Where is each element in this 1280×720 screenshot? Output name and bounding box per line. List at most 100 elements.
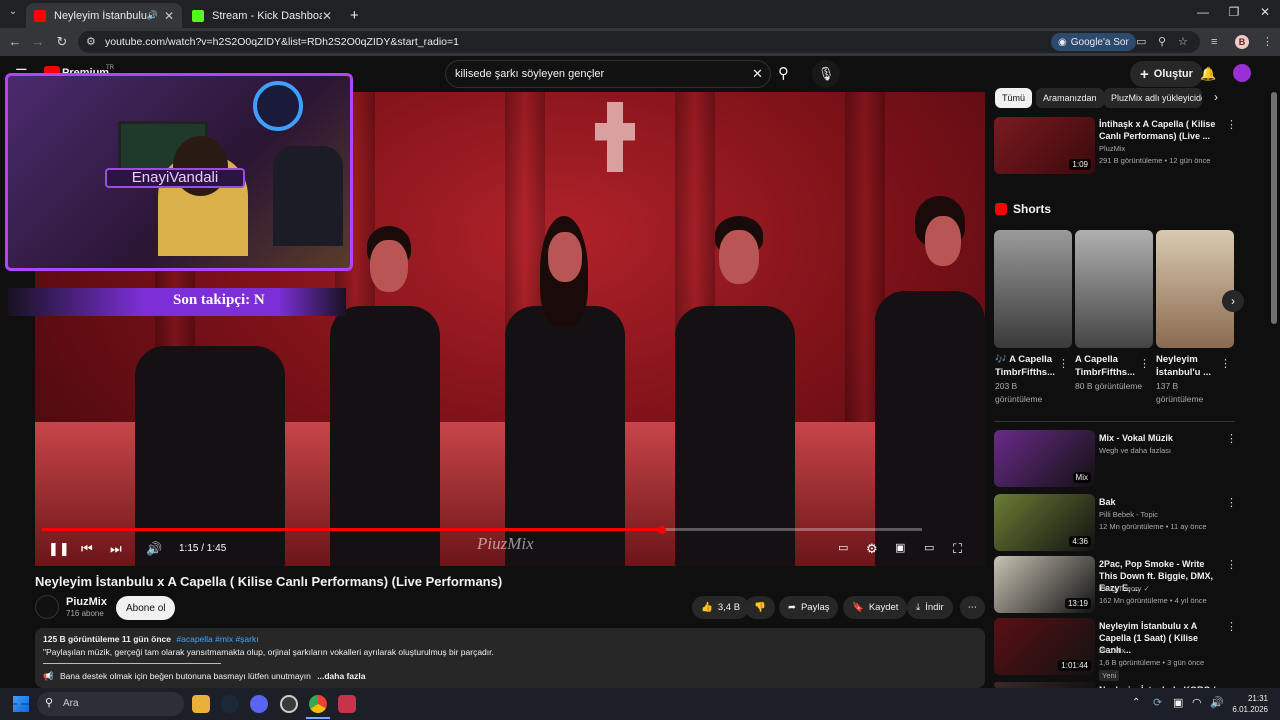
download-button[interactable]: ⤓ İndir [907,596,953,619]
video-title[interactable]: Bak [1099,496,1221,508]
short-title[interactable]: Neyleyim İstanbul'u ... [1156,353,1226,379]
minimize-icon[interactable]: — [1188,5,1218,19]
desc-tags[interactable]: #acapella #mix #şarkı [176,634,258,644]
video-thumbnail[interactable]: 1:01:44 [994,618,1095,675]
more-icon[interactable]: ⋮ [1226,432,1237,445]
profile-avatar[interactable]: B [1235,35,1249,49]
short-thumbnail[interactable] [1156,230,1234,348]
chrome-icon[interactable] [309,695,327,713]
short-title[interactable]: A Capella TimbrFifths... [1075,353,1145,379]
shorts-next-icon[interactable]: › [1222,290,1244,312]
chip-from-search[interactable]: Aramanızdan [1036,88,1104,108]
app-icon[interactable] [338,695,356,713]
new-tab-button[interactable]: + [342,3,367,28]
windows-start-icon[interactable] [13,696,29,712]
bookmark-star-icon[interactable]: ☆ [1178,35,1188,48]
more-icon[interactable]: ⋮ [1226,620,1237,633]
create-button[interactable]: + Oluştur [1130,61,1203,87]
pause-icon[interactable]: ❚❚ [48,541,70,557]
video-channel[interactable]: Pilli Bebek - Topic [1099,510,1158,519]
subscribe-button[interactable]: Abone ol [116,596,176,620]
more-icon[interactable]: ⋮ [1139,357,1150,370]
more-actions-button[interactable]: ⋯ [960,596,985,619]
video-thumbnail[interactable]: Mix [994,430,1095,487]
omnibox[interactable]: ⚙ youtube.com/watch?v=h2S2O0qZIDY&list=R… [78,31,1200,53]
chevron-right-icon[interactable]: › [1214,90,1218,104]
steam-icon[interactable] [221,695,239,713]
miniplayer-icon[interactable]: ▣ [895,541,905,554]
chip-from-uploader[interactable]: PluzMix adlı yükleyiciden [1104,88,1202,108]
taskbar-search-label: Ara [63,698,79,709]
channel-avatar[interactable] [35,595,59,619]
back-icon[interactable]: ← [6,34,24,49]
short-title[interactable]: 🎶 A Capella TimbrFifths... [995,353,1065,379]
forward-icon[interactable]: → [29,34,47,49]
video-channel[interactable]: Wegh ve daha fazlası [1099,446,1171,455]
dislike-button[interactable]: 👎 [745,596,775,619]
zoom-icon[interactable]: ⚲ [1158,35,1166,48]
like-button[interactable]: 👍 3,4 B [692,596,750,619]
close-icon[interactable]: ✕ [164,9,174,23]
fullscreen-icon[interactable]: ⛶ [953,541,962,557]
more-icon[interactable]: ⋮ [1058,357,1069,370]
more-icon[interactable]: ⋮ [1220,357,1231,370]
search-input[interactable]: kilisede şarkı söyleyen gençler ✕ [445,60,771,88]
notifications-icon[interactable]: 🔔 [1200,66,1216,82]
cast-video-icon[interactable]: ▭ [924,541,934,554]
volume-tray-icon[interactable]: 🔊 [1210,696,1224,709]
tab-search-icon[interactable]: ⌄ [4,6,22,17]
tray-chevron-icon[interactable]: ⌃ [1132,697,1140,708]
url-text[interactable]: youtube.com/watch?v=h2S2O0qZIDY&list=RDh… [105,36,459,48]
video-channel[interactable]: PluzMix [1099,144,1125,153]
restore-icon[interactable]: ❐ [1219,5,1249,19]
more-icon[interactable]: ⋮ [1226,118,1237,131]
video-title[interactable]: İntihaşk x A Capella ( Kilise Canlı Perf… [1099,118,1221,142]
more-icon[interactable]: ⋮ [1226,496,1237,509]
video-thumbnail[interactable]: 1:09 [994,117,1095,174]
media-control-icon[interactable]: ≡ [1211,36,1217,48]
video-thumbnail[interactable]: 13:19 [994,556,1095,613]
more-icon[interactable]: ⋮ [1226,558,1237,571]
show-more-link[interactable]: ...daha fazla [317,671,365,681]
tab-kick[interactable]: Stream - Kick Dashboard ✕ [184,3,340,28]
taskbar-search[interactable]: ⚲ Ara [37,692,184,716]
cast-icon[interactable]: ▭ [1136,35,1146,48]
volume-icon[interactable]: 🔊 [146,541,162,557]
short-thumbnail[interactable] [1075,230,1153,348]
clock[interactable]: 21:31 6.01.2026 [1228,693,1268,715]
previous-icon[interactable]: ⏮ [81,541,93,557]
description-box[interactable]: 125 B görüntüleme 11 gün önce #acapella … [35,628,985,688]
search-icon[interactable]: ⚲ [778,64,789,82]
close-window-icon[interactable]: ✕ [1250,5,1280,19]
reload-icon[interactable]: ↻ [53,34,71,50]
subtitles-icon[interactable]: ▭ [838,541,848,554]
channel-name[interactable]: PiuzMix [66,596,107,608]
menu-icon[interactable]: ⋮ [1262,35,1273,48]
obs-icon[interactable] [280,695,298,713]
video-thumbnail[interactable]: 4:36 [994,494,1095,551]
wifi-icon[interactable]: ◠ [1192,696,1202,709]
voice-search-icon[interactable]: 🎙 [812,60,840,88]
tray-app-icon[interactable]: ▣ [1173,696,1183,709]
tray-app-icon[interactable]: ⟳ [1153,696,1162,709]
settings-icon[interactable]: ⚙ [866,541,878,557]
clear-search-icon[interactable]: ✕ [752,66,763,82]
file-explorer-icon[interactable] [192,695,210,713]
short-thumbnail[interactable] [994,230,1072,348]
discord-icon[interactable] [250,695,268,713]
scrollbar-thumb[interactable] [1271,92,1277,324]
google-ask-button[interactable]: ◉ Google'a Sor [1051,33,1136,51]
site-info-icon[interactable]: ⚙ [86,35,96,48]
progress-bar[interactable] [42,528,922,531]
video-title[interactable]: Mix - Vokal Müzik [1099,432,1221,444]
speaker-icon[interactable]: 🔊 [147,10,158,21]
video-channel[interactable]: Thug Theory ✓ [1099,584,1150,593]
tab-youtube[interactable]: Neyleyim İstanbulu x A Cap 🔊 ✕ [26,3,182,28]
account-avatar[interactable] [1233,64,1251,82]
chip-all[interactable]: Tümü [995,88,1033,108]
video-channel[interactable]: PluzMix [1099,646,1125,655]
share-button[interactable]: ➦ Paylaş [779,596,839,619]
close-icon[interactable]: ✕ [322,9,332,23]
save-button[interactable]: 🔖 Kaydet [843,596,908,619]
next-icon[interactable]: ⏭ [110,541,122,557]
